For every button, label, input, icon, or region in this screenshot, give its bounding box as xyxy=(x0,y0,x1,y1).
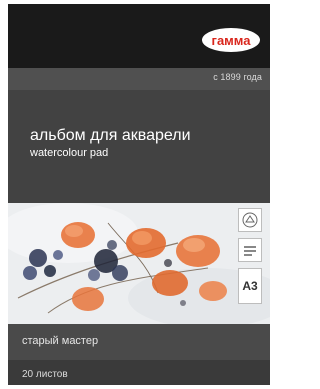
since-year-label: с 1899 года xyxy=(213,72,262,82)
format-badge-text: A3 xyxy=(242,279,258,293)
paper-weight-icon xyxy=(238,208,262,232)
info-badges: A3 xyxy=(238,208,264,314)
sheet-count: 20 листов xyxy=(22,369,68,380)
title-english: watercolour pad xyxy=(30,147,109,159)
brand-logo-text: гамма xyxy=(212,33,252,48)
brand-logo-icon: гамма xyxy=(202,28,260,52)
series-name: старый мастер xyxy=(22,335,99,347)
watercolor-illustration xyxy=(8,203,270,324)
title-russian: альбом для акварели xyxy=(30,127,191,144)
watercolour-pad-cover: гамма с 1899 года альбом для акварели wa… xyxy=(8,4,270,385)
format-badge: A3 xyxy=(238,268,262,304)
cotton-icon xyxy=(238,238,262,262)
